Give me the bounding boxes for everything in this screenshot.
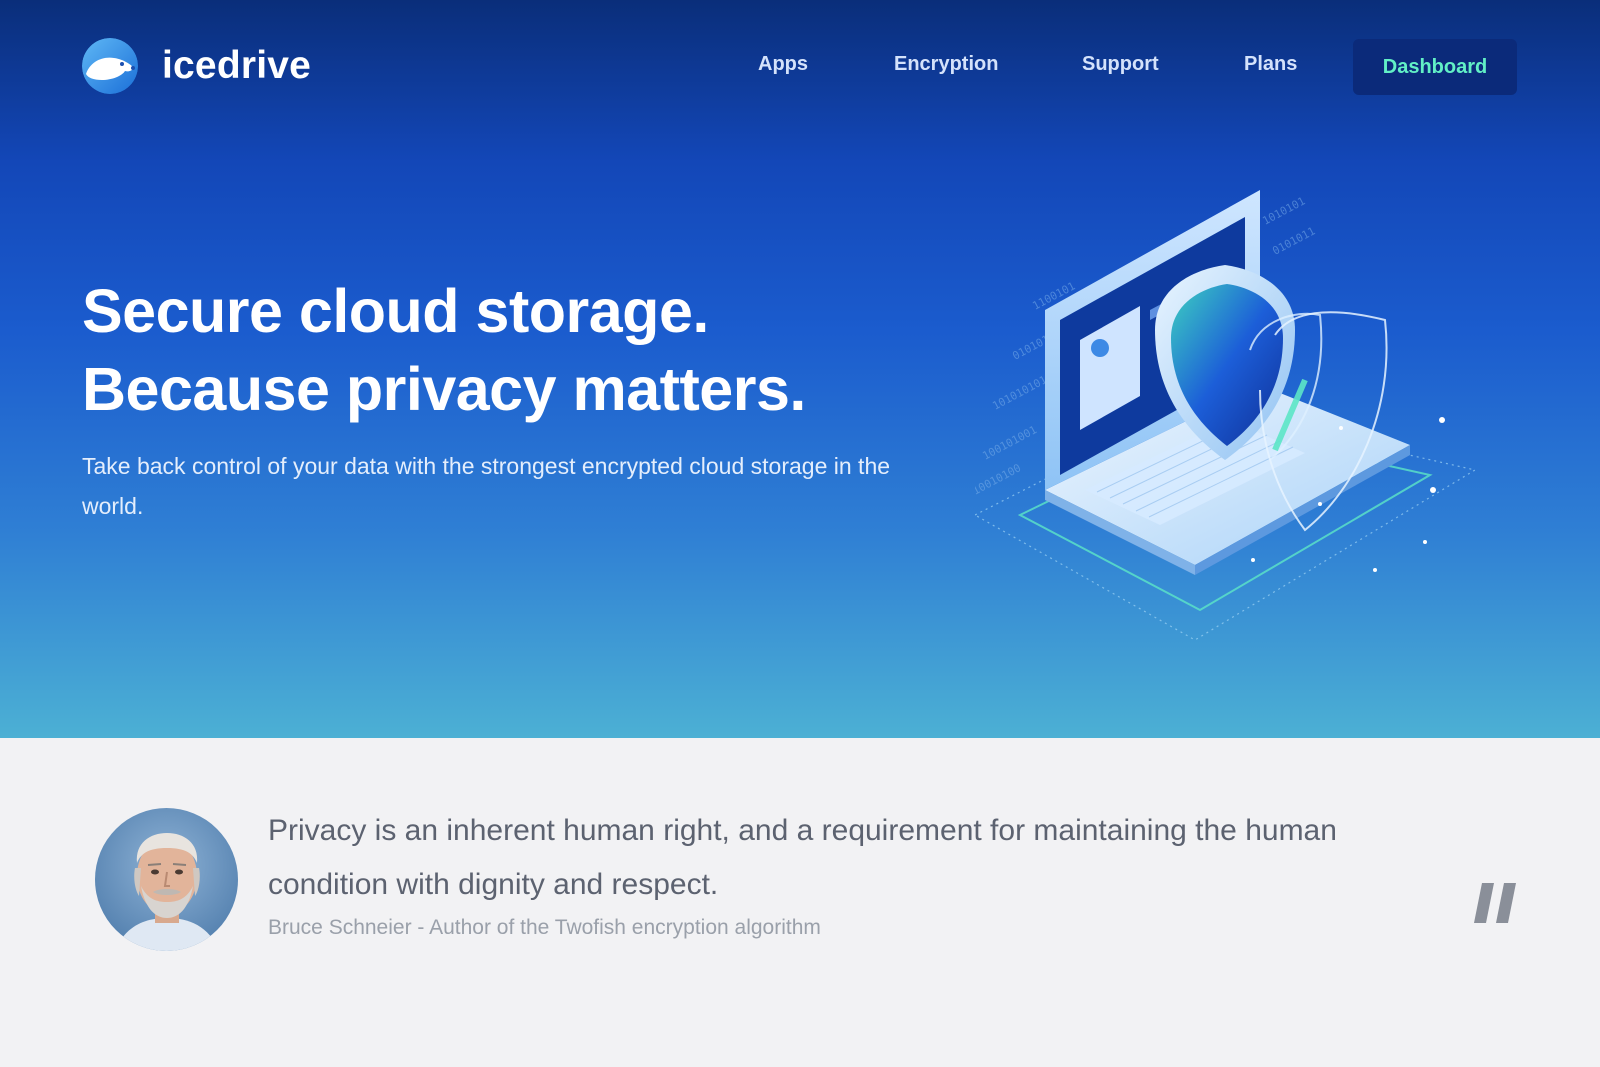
quote-text: Privacy is an inherent human right, and … bbox=[268, 814, 1337, 901]
quote-author: Bruce Schneier - Author of the Twofish e… bbox=[268, 916, 821, 939]
hero-section: icedrive Apps Encryption Support Plans D… bbox=[0, 0, 1600, 738]
polar-bear-logo-icon bbox=[82, 38, 138, 94]
nav-link-apps[interactable]: Apps bbox=[758, 53, 808, 76]
hero-headline: Secure cloud storage. Because privacy ma… bbox=[82, 272, 806, 428]
hero-subtext: Take back control of your data with the … bbox=[82, 453, 891, 519]
nav-link-support[interactable]: Support bbox=[1082, 53, 1159, 76]
svg-text:0101011: 0101011 bbox=[1270, 224, 1317, 257]
headline-line-1: Secure cloud storage. bbox=[82, 277, 709, 345]
author-avatar bbox=[95, 808, 238, 951]
svg-text:100101001: 100101001 bbox=[980, 423, 1039, 462]
svg-text:10010100: 10010100 bbox=[975, 461, 1023, 497]
quote-section: Privacy is an inherent human right, and … bbox=[0, 738, 1600, 1067]
headline-line-2: Because privacy matters. bbox=[82, 355, 806, 423]
nav-link-encryption[interactable]: Encryption bbox=[894, 53, 998, 76]
quote-mark-icon bbox=[1474, 883, 1516, 923]
author-portrait bbox=[95, 808, 238, 951]
top-navigation: icedrive Apps Encryption Support Plans D… bbox=[0, 0, 1600, 135]
logo-link[interactable]: icedrive bbox=[82, 38, 311, 94]
svg-text:1010101: 1010101 bbox=[1260, 194, 1307, 227]
brand-name: icedrive bbox=[162, 44, 312, 87]
dashboard-button[interactable]: Dashboard bbox=[1353, 39, 1517, 95]
nav-link-plans[interactable]: Plans bbox=[1244, 53, 1297, 76]
laptop-shield-illustration: 1100101 010101101 1010101010 100101001 1… bbox=[975, 190, 1477, 641]
